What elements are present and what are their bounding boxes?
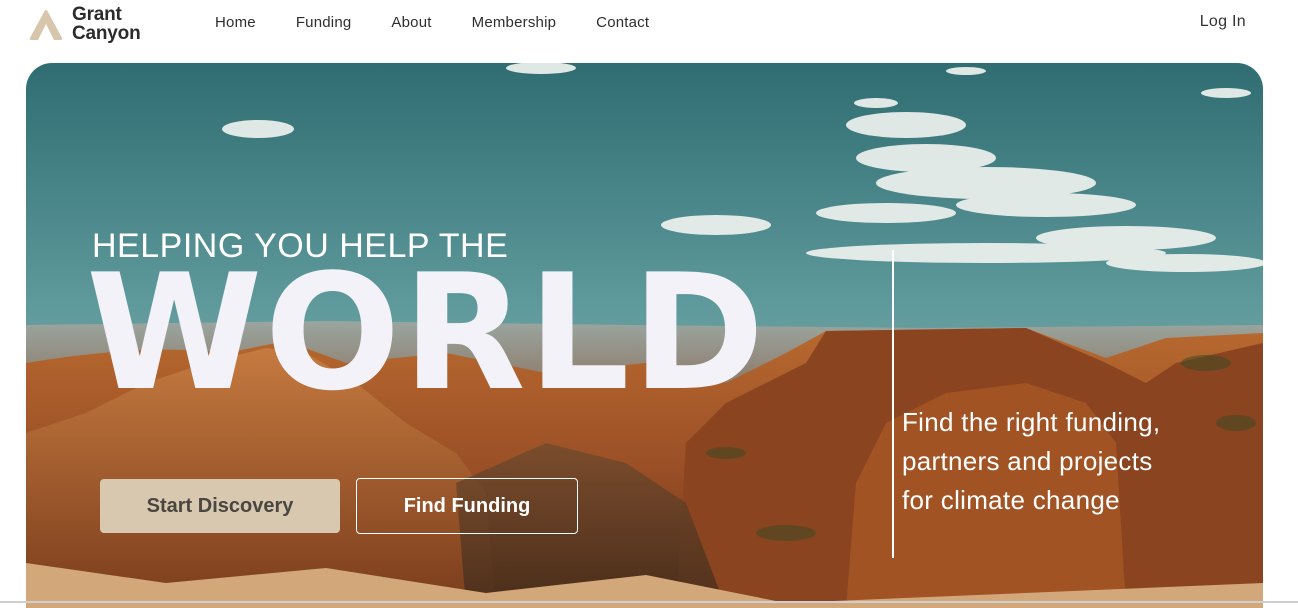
vertical-divider	[892, 250, 894, 558]
hero-side-copy: Find the right funding, partners and pro…	[902, 407, 1161, 515]
nav-home[interactable]: Home	[215, 14, 256, 32]
login-link[interactable]: Log In	[1200, 13, 1246, 31]
site-header: Grant Canyon Home Funding About Membersh…	[0, 0, 1298, 50]
logo[interactable]: Grant Canyon	[26, 4, 141, 44]
nav-about[interactable]: About	[391, 14, 431, 32]
logo-line1: Grant	[72, 4, 122, 25]
nav-funding[interactable]: Funding	[296, 14, 352, 32]
hero-headline: WORLD	[86, 239, 767, 426]
logo-mountain-icon	[29, 10, 63, 40]
start-discovery-button[interactable]: Start Discovery	[100, 479, 340, 533]
logo-line2: Canyon	[72, 23, 141, 44]
nav-membership[interactable]: Membership	[472, 14, 557, 32]
logo-text: Grant Canyon	[72, 4, 141, 44]
hero-banner: HELPING YOU HELP THE WORLD Find the righ…	[26, 63, 1263, 608]
find-funding-button[interactable]: Find Funding	[356, 478, 578, 534]
main-nav: Home Funding About Membership Contact	[215, 14, 689, 32]
nav-contact[interactable]: Contact	[596, 14, 649, 32]
